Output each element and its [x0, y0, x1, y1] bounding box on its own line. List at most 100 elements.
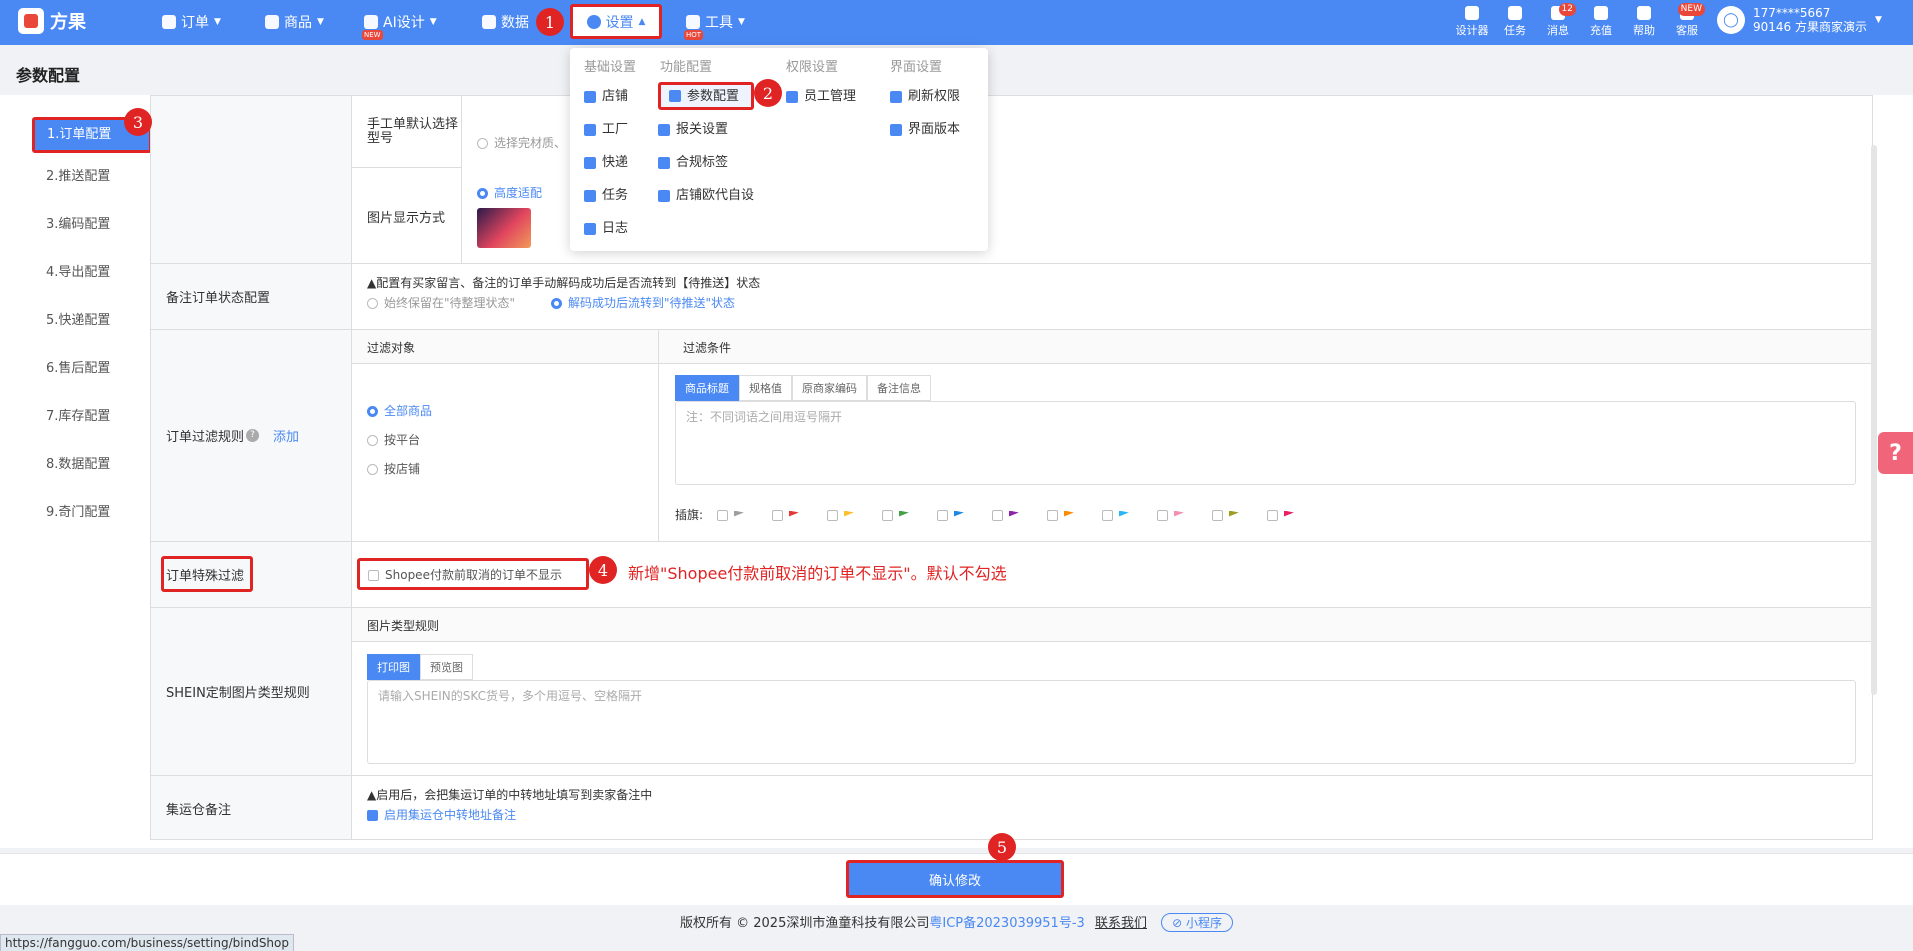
filter-textarea[interactable]: 注：不同词语之间用逗号隔开: [675, 401, 1856, 485]
tab-spec[interactable]: 规格值: [739, 375, 792, 401]
nav-products[interactable]: 商品 ▼: [265, 12, 324, 32]
flag-checkbox[interactable]: [1266, 510, 1278, 521]
flag-icon: [843, 510, 854, 517]
flag-checkbox[interactable]: [826, 510, 838, 521]
left-nav-export[interactable]: 4.导出配置: [30, 249, 150, 297]
filter-add-link[interactable]: 添加: [273, 426, 299, 445]
status-url: https://fangguo.com/business/setting/bin…: [0, 934, 294, 951]
dd-item-express[interactable]: 快递: [584, 146, 636, 179]
dd-item-compliance[interactable]: 合规标签: [658, 146, 754, 179]
dd-item-factory[interactable]: 工厂: [584, 113, 636, 146]
flag-checkbox[interactable]: [991, 510, 1003, 521]
question-icon[interactable]: ?: [246, 429, 260, 442]
tag-icon: [658, 156, 670, 169]
flag-checkbox[interactable]: [1046, 510, 1058, 521]
dd-col-function: 功能配置 参数配置 报关设置 合规标签 店铺欧代自设: [658, 56, 755, 212]
checkbox-checked-icon: [367, 810, 378, 821]
left-nav-stock[interactable]: 7.库存配置: [30, 393, 150, 441]
flag-checkbox[interactable]: [1101, 510, 1113, 521]
tab-remark[interactable]: 备注信息: [867, 375, 931, 401]
dd-item-customs[interactable]: 报关设置: [658, 113, 754, 146]
step-marker-4: 4: [589, 556, 617, 584]
logo[interactable]: 方果: [18, 8, 86, 34]
footer-contact-link[interactable]: 联系我们: [1095, 916, 1147, 931]
flag-checkbox[interactable]: [716, 510, 728, 521]
tab-merchant-code[interactable]: 原商家编码: [792, 375, 867, 401]
dd-shop-label: 店铺: [602, 89, 629, 104]
flag-checkbox[interactable]: [1156, 510, 1168, 521]
left-nav-express[interactable]: 5.快递配置: [30, 297, 150, 345]
flag-checkbox[interactable]: [881, 510, 893, 521]
message-badge: 12: [1558, 3, 1576, 16]
shein-tabs: 打印图 预览图: [367, 654, 473, 680]
left-nav-data[interactable]: 8.数据配置: [30, 441, 150, 489]
tab-print-image[interactable]: 打印图: [367, 654, 420, 680]
dd-item-task[interactable]: 任务: [584, 179, 636, 212]
filter-obj-platform-label: 按平台: [384, 433, 421, 447]
flag-checkbox[interactable]: [936, 510, 948, 521]
dd-log-label: 日志: [602, 221, 629, 236]
shopee-filter-option[interactable]: Shopee付款前取消的订单不显示: [357, 558, 589, 590]
flag-checkbox[interactable]: [1211, 510, 1223, 521]
left-nav-encode[interactable]: 3.编码配置: [30, 201, 150, 249]
filter-obj-platform[interactable]: 按平台: [367, 431, 420, 448]
divider: [658, 330, 659, 542]
dd-item-eu-rep[interactable]: 店铺欧代自设: [658, 179, 754, 212]
orders-icon: [162, 15, 176, 29]
mini-program-label: 小程序: [1185, 916, 1222, 930]
remark-opt1-label: 始终保留在"待整理状态": [384, 296, 516, 310]
help-side-icon[interactable]: ?: [1878, 432, 1913, 474]
filter-obj-all-label: 全部商品: [384, 404, 433, 418]
dd-head-function: 功能配置: [660, 60, 713, 75]
remark-status-opt1[interactable]: 始终保留在"待整理状态": [367, 294, 515, 311]
gear-icon: [586, 14, 601, 29]
dd-item-shop[interactable]: 店铺: [584, 80, 636, 113]
nav-tools[interactable]: HOT 工具 ▼: [684, 12, 745, 40]
toolbar-recharge[interactable]: 充值: [1581, 6, 1621, 38]
toolbar-help[interactable]: 帮助: [1624, 6, 1664, 38]
nav-settings[interactable]: 设置 ▲: [570, 4, 662, 39]
toolbar-designer[interactable]: 设计器: [1452, 6, 1492, 38]
mini-program-button[interactable]: ⊘ 小程序: [1161, 913, 1233, 932]
chevron-down-icon: ▼: [317, 17, 324, 27]
eu-rep-icon: [658, 189, 670, 202]
toolbar-service[interactable]: NEW 客服: [1667, 3, 1707, 38]
left-nav-aftersale[interactable]: 6.售后配置: [30, 345, 150, 393]
user-phone: 177****5667: [1753, 6, 1831, 20]
tasks-icon: [1508, 6, 1522, 20]
filter-obj-all[interactable]: 全部商品: [367, 402, 432, 419]
scrollbar[interactable]: [1871, 145, 1877, 695]
manual-order-option[interactable]: 选择完材质、: [477, 134, 566, 151]
nav-orders[interactable]: 订单 ▼: [162, 12, 221, 32]
toolbar-tasks[interactable]: 任务: [1495, 6, 1535, 38]
page-title: 参数配置: [16, 66, 81, 85]
remark-status-opt2[interactable]: 解码成功后流转到"待推送"状态: [551, 294, 735, 311]
ai-icon: [364, 15, 378, 29]
manual-order-label: 手工单默认选择型号: [367, 116, 459, 146]
dd-item-staff[interactable]: 员工管理: [786, 80, 856, 113]
dd-item-log[interactable]: 日志: [584, 212, 636, 245]
dd-item-version[interactable]: 界面版本: [890, 113, 960, 146]
confirm-button[interactable]: 确认修改: [846, 860, 1064, 898]
flag-checkbox[interactable]: [771, 510, 783, 521]
tab-preview-image[interactable]: 预览图: [420, 654, 473, 680]
coin-icon: [1594, 6, 1608, 20]
user-menu[interactable]: ◯ 177****5667 90146 方果商家演示 ▼: [1717, 6, 1882, 34]
left-nav: . 2.推送配置 3.编码配置 4.导出配置 5.快递配置 6.售后配置 7.库…: [30, 105, 152, 537]
tab-title[interactable]: 商品标题: [675, 375, 739, 401]
footer-icp-link[interactable]: 粤ICP备2023039951号-3: [929, 916, 1084, 931]
dd-item-params[interactable]: 参数配置: [658, 82, 755, 110]
shein-textarea[interactable]: 请输入SHEIN的SKC货号，多个用逗号、空格隔开: [367, 680, 1856, 764]
nav-ai[interactable]: NEW AI设计 ▼: [362, 12, 437, 40]
left-nav-push[interactable]: 2.推送配置: [30, 153, 150, 201]
image-display-option[interactable]: 高度适配: [477, 184, 542, 201]
left-nav-qimen[interactable]: 9.奇门配置: [30, 489, 150, 537]
toolbar-messages[interactable]: 12 消息: [1538, 3, 1578, 38]
sub-label-image: 图片显示方式: [352, 168, 462, 264]
filter-obj-shop[interactable]: 按店铺: [367, 460, 420, 477]
nav-data[interactable]: 数据: [482, 12, 529, 32]
dd-item-refresh[interactable]: 刷新权限: [890, 80, 960, 113]
sub-label-manual: 手工单默认选择型号: [352, 96, 462, 168]
recharge-label: 充值: [1590, 24, 1612, 37]
consol-option[interactable]: 启用集运仓中转地址备注: [367, 806, 516, 823]
